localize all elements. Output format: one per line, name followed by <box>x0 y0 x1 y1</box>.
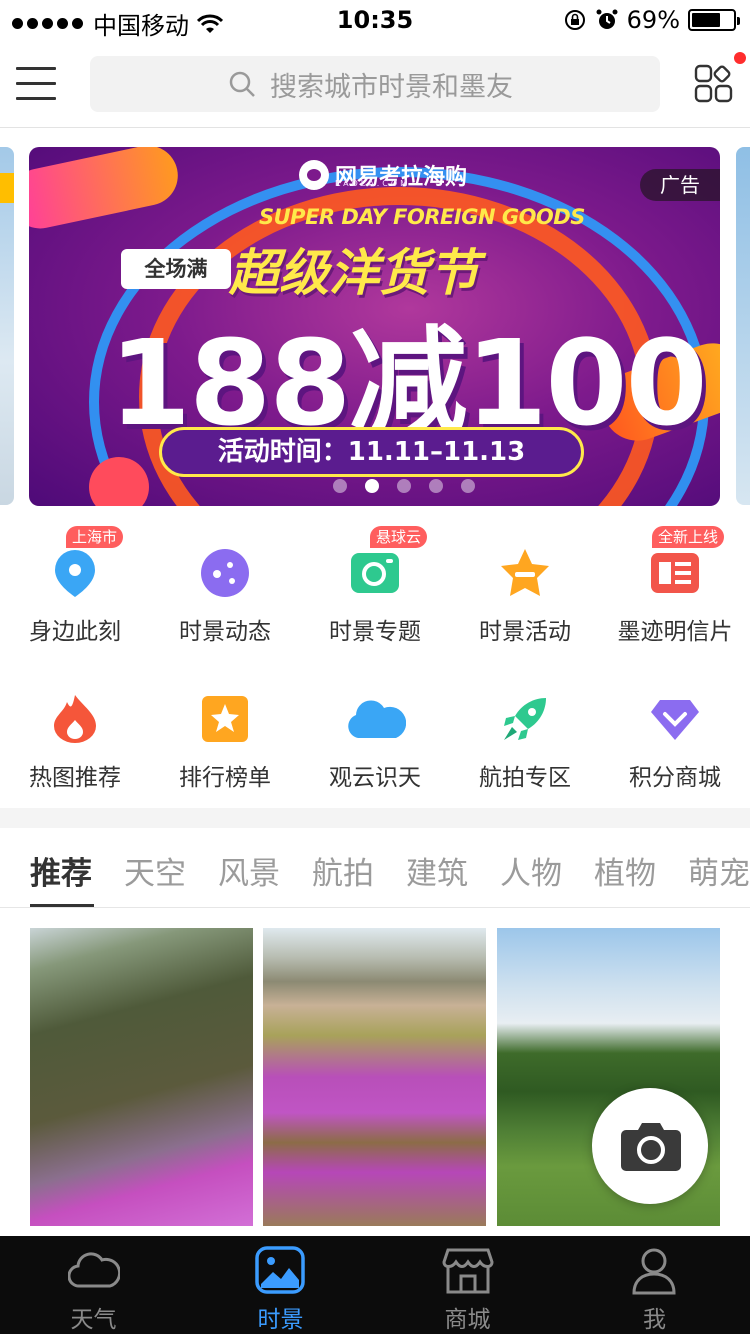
grid-label: 时景专题 <box>329 619 421 645</box>
notification-dot <box>734 52 746 64</box>
menu-icon[interactable] <box>16 67 56 101</box>
bottom-tab-bar: 天气 时景 商城 我 <box>0 1236 750 1334</box>
flame-icon <box>54 695 96 743</box>
status-bar: 中国移动 10:35 69% <box>0 0 750 40</box>
grid-item-hot-pictures[interactable]: 热图推荐 <box>0 672 150 792</box>
top-header: 搜索城市时景和墨友 <box>0 40 750 128</box>
grid-item-nearby-now[interactable]: 上海市 身边此刻 <box>0 526 150 646</box>
person-icon <box>632 1248 676 1295</box>
grid-item-postcard[interactable]: 全新上线 墨迹明信片 <box>600 526 750 646</box>
tabbar-moments[interactable]: 时景 <box>187 1236 374 1334</box>
grid-badge: 上海市 <box>66 526 124 548</box>
grid-label: 墨迹明信片 <box>617 619 733 645</box>
grid-badge: 全新上线 <box>652 526 725 548</box>
grid-item-topics[interactable]: 悬球云 时景专题 <box>300 526 450 646</box>
grid-label: 观云识天 <box>329 765 421 791</box>
battery-fill <box>692 13 720 27</box>
banner-tag: 全场满 <box>121 249 231 289</box>
grid-label: 排行榜单 <box>179 765 271 791</box>
status-right: 69% <box>563 6 740 34</box>
section-divider <box>0 808 750 828</box>
apps-grid-icon[interactable] <box>694 64 734 104</box>
tabbar-label: 我 <box>643 1307 666 1333</box>
banner-english-title: SUPER DAY FOREIGN GOODS <box>259 205 585 229</box>
banner-next-peek[interactable] <box>736 147 750 505</box>
battery-icon <box>688 9 740 31</box>
camera-icon <box>621 1123 681 1171</box>
pager-dot[interactable] <box>461 479 475 493</box>
feature-grid-row-2: 热图推荐 排行榜单 观云识天 航拍专区 积分商城 <box>0 672 750 792</box>
banner-time: 活动时间：11.11–11.13 <box>159 427 584 477</box>
grid-item-dynamics[interactable]: 时景动态 <box>150 526 300 646</box>
battery-percent: 69% <box>626 6 680 34</box>
postcard-icon <box>651 553 699 593</box>
banner-brand-sub: KAOLA.COM <box>335 179 411 188</box>
ad-label: 广告 <box>640 169 720 201</box>
grid-item-cloud-watch[interactable]: 观云识天 <box>300 672 450 792</box>
grid-item-aerial[interactable]: 航拍专区 <box>450 672 600 792</box>
pager-dot[interactable] <box>429 479 443 493</box>
star-ticket-icon <box>501 549 549 596</box>
feature-grid-row-1: 上海市 身边此刻 时景动态 悬球云 时景专题 时景活动 全新上线 墨迹明信片 <box>0 526 750 646</box>
pager-dot[interactable] <box>397 479 411 493</box>
grid-label: 时景活动 <box>479 619 571 645</box>
camera-frame-icon <box>351 553 399 593</box>
location-pin-icon <box>55 550 95 597</box>
tabbar-me[interactable]: 我 <box>561 1236 748 1334</box>
diamond-icon <box>651 700 699 740</box>
cloud-outline-icon <box>68 1252 120 1288</box>
banner-prev-peek[interactable] <box>0 147 14 505</box>
tab-aerial[interactable]: 航拍 <box>312 848 374 893</box>
banner-carousel[interactable]: 网易考拉海购 KAOLA.COM 广告 SUPER DAY FOREIGN GO… <box>0 147 750 507</box>
banner-swirl <box>29 147 184 235</box>
grid-label: 身边此刻 <box>29 619 121 645</box>
tab-people[interactable]: 人物 <box>500 848 562 893</box>
rotation-lock-icon <box>564 10 585 30</box>
grid-item-rankings[interactable]: 排行榜单 <box>150 672 300 792</box>
planet-icon <box>201 549 249 597</box>
tabbar-store[interactable]: 商城 <box>374 1236 561 1334</box>
store-icon <box>442 1248 494 1294</box>
koala-logo-icon <box>299 160 329 190</box>
grid-item-points-mall[interactable]: 积分商城 <box>600 672 750 792</box>
tab-sky[interactable]: 天空 <box>124 848 186 893</box>
cloud-icon <box>348 700 406 738</box>
active-tab-indicator <box>30 904 94 907</box>
ad-banner[interactable]: 网易考拉海购 KAOLA.COM 广告 SUPER DAY FOREIGN GO… <box>29 147 720 506</box>
photo-thumbnail[interactable] <box>30 928 253 1226</box>
search-bar[interactable]: 搜索城市时景和墨友 <box>90 56 660 112</box>
tabbar-label: 天气 <box>70 1307 117 1333</box>
grid-label: 热图推荐 <box>29 765 121 791</box>
search-placeholder: 搜索城市时景和墨友 <box>270 71 513 103</box>
grid-label: 航拍专区 <box>479 765 571 791</box>
pager-dot[interactable] <box>365 479 379 493</box>
star-board-icon <box>202 696 248 742</box>
tab-scenery[interactable]: 风景 <box>218 848 280 893</box>
tabbar-weather[interactable]: 天气 <box>0 1236 187 1334</box>
carousel-pager <box>333 479 475 493</box>
banner-brand: 网易考拉海购 <box>299 155 467 195</box>
pager-dot[interactable] <box>333 479 347 493</box>
grid-badge: 悬球云 <box>370 526 428 548</box>
alarm-icon <box>596 9 618 29</box>
photo-icon <box>255 1246 305 1294</box>
tabbar-label: 时景 <box>257 1307 304 1333</box>
tab-architecture[interactable]: 建筑 <box>406 848 468 893</box>
camera-button[interactable] <box>592 1088 708 1204</box>
tab-recommended[interactable]: 推荐 <box>30 848 92 893</box>
rocket-icon <box>504 698 546 740</box>
tab-plants[interactable]: 植物 <box>594 848 656 893</box>
grid-label: 积分商城 <box>629 765 721 791</box>
search-icon <box>229 71 255 97</box>
photo-thumbnail[interactable] <box>263 928 486 1226</box>
tab-pets[interactable]: 萌宠 <box>688 848 750 893</box>
tabbar-label: 商城 <box>444 1307 491 1333</box>
grid-item-activities[interactable]: 时景活动 <box>450 526 600 646</box>
category-tabs: 推荐 天空 风景 航拍 建筑 人物 植物 萌宠 <box>0 828 750 908</box>
grid-label: 时景动态 <box>179 619 271 645</box>
